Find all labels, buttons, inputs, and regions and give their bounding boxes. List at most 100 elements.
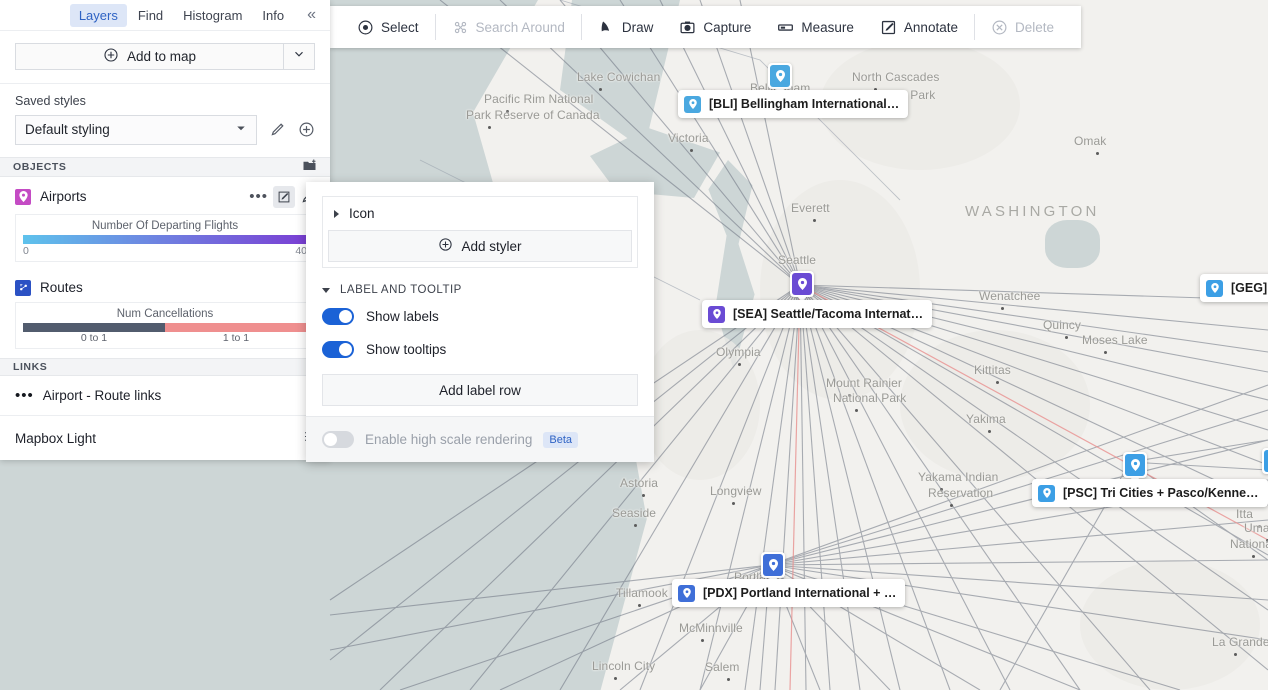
legend-color-bar bbox=[23, 234, 307, 244]
links-list[interactable]: ••• Airport - Route links bbox=[0, 376, 330, 416]
airport-label-chip[interactable]: [BLI] Bellingham International… bbox=[678, 90, 909, 118]
airport-label-chip[interactable]: [PSC] Tri Cities + Pasco/Kenne… bbox=[1032, 479, 1268, 507]
map-pin-icon bbox=[1206, 279, 1223, 297]
show-tooltips-toggle[interactable] bbox=[322, 341, 354, 358]
toolbar-search-around-button: Search Around bbox=[439, 6, 578, 48]
airport-map-pin[interactable] bbox=[761, 552, 785, 583]
toggle-knob bbox=[339, 343, 352, 356]
chevron-right-icon bbox=[334, 209, 339, 218]
icon-styler-header[interactable]: Icon bbox=[323, 197, 637, 230]
airport-map-pin[interactable] bbox=[1123, 452, 1147, 483]
toolbar-draw-button[interactable]: Draw bbox=[585, 6, 667, 48]
pin-swatch bbox=[1125, 454, 1145, 476]
map-place-label: Uma bbox=[1244, 521, 1268, 535]
add-style-button[interactable] bbox=[298, 121, 315, 138]
panel-tab-bar[interactable]: Layers Find Histogram Info « bbox=[0, 0, 330, 32]
draw-icon bbox=[598, 19, 615, 36]
airport-label-chip[interactable]: [SEA] Seattle/Tacoma Internat… bbox=[702, 300, 933, 328]
map-place-dot bbox=[701, 639, 704, 642]
edit-style-button[interactable] bbox=[269, 121, 286, 138]
legend-color-bar bbox=[23, 322, 307, 332]
objects-group-header: OBJECTS bbox=[0, 156, 330, 177]
toolbar-annotate-button[interactable]: Annotate bbox=[867, 6, 971, 48]
airport-label-chip[interactable]: [GEG] Sp bbox=[1200, 274, 1268, 302]
toolbar-item-label: Capture bbox=[703, 19, 752, 35]
show-labels-row[interactable]: Show labels bbox=[322, 308, 638, 325]
map-pin-icon bbox=[1038, 484, 1055, 502]
map-place-dot bbox=[1252, 555, 1255, 558]
map-place-label: WASHINGTON bbox=[965, 203, 1100, 220]
map-pin-icon bbox=[15, 188, 31, 205]
new-folder-icon[interactable] bbox=[302, 158, 317, 176]
show-labels-label: Show labels bbox=[366, 309, 439, 324]
styler-popup[interactable]: Icon Add styler LABEL AND TOOLTIP Show l… bbox=[306, 182, 654, 462]
tab-find[interactable]: Find bbox=[129, 4, 172, 27]
toolbar-capture-button[interactable]: Capture bbox=[666, 6, 764, 48]
high-scale-rendering-label: Enable high scale rendering bbox=[365, 432, 533, 447]
map-place-label: Everett bbox=[791, 201, 830, 215]
show-labels-toggle[interactable] bbox=[322, 308, 354, 325]
add-to-map-dropdown-button[interactable] bbox=[283, 43, 315, 70]
airport-label-chip[interactable]: [PDX] Portland International + … bbox=[672, 579, 906, 607]
add-label-row-label: Add label row bbox=[439, 382, 521, 398]
object-style-button[interactable] bbox=[273, 185, 295, 208]
objects-list[interactable]: Airports ••• Number Of Departing Flights 0 4… bbox=[0, 177, 330, 358]
delete-icon bbox=[991, 19, 1008, 36]
show-tooltips-row[interactable]: Show tooltips bbox=[322, 341, 638, 358]
legend-ticks: 0 40 bbox=[23, 245, 307, 257]
map-place-dot bbox=[690, 149, 693, 152]
map-place-label: Salem bbox=[705, 660, 740, 674]
tab-layers[interactable]: Layers bbox=[69, 3, 127, 27]
legend-title: Num Cancellations bbox=[116, 307, 214, 320]
map-place-label: National Park bbox=[833, 391, 907, 405]
map-place-dot bbox=[732, 502, 735, 505]
add-label-row-button[interactable]: Add label row bbox=[322, 374, 638, 406]
map-place-label: Park Reserve of Canada bbox=[466, 108, 600, 122]
map-place-label: Longview bbox=[710, 484, 762, 498]
toolbar-select-button[interactable]: Select bbox=[344, 6, 432, 48]
map-place-dot bbox=[950, 504, 953, 507]
styler-popup-footer[interactable]: Enable high scale rendering Beta bbox=[306, 416, 654, 462]
add-styler-button[interactable]: Add styler bbox=[328, 230, 632, 262]
link-row[interactable]: ••• Airport - Route links bbox=[0, 376, 330, 416]
toolbar-separator bbox=[973, 14, 975, 40]
map-place-dot bbox=[855, 409, 858, 412]
capture-icon bbox=[679, 19, 696, 36]
airport-map-pin[interactable] bbox=[768, 63, 792, 94]
map-place-label: Seaside bbox=[612, 506, 657, 520]
collapse-panel-button[interactable]: « bbox=[301, 5, 322, 25]
layers-panel[interactable]: LayersFindHistogramInfo « Add to map bbox=[0, 0, 330, 460]
map-place-dot bbox=[738, 363, 741, 366]
object-row-airports[interactable]: Airports ••• bbox=[0, 177, 330, 212]
chevron-down-icon bbox=[235, 122, 247, 137]
map-place-label: Olympia bbox=[716, 345, 761, 359]
saved-style-select[interactable]: Default styling bbox=[15, 114, 257, 145]
plus-circle-icon bbox=[103, 47, 119, 66]
basemap-row[interactable]: Mapbox Light bbox=[0, 416, 330, 460]
map-place-label: Mount Rainier bbox=[826, 376, 903, 390]
saved-styles-label: Saved styles bbox=[15, 93, 86, 108]
airport-map-pin[interactable] bbox=[790, 271, 814, 302]
toolbar-item-label: Annotate bbox=[903, 19, 958, 35]
toolbar-measure-button[interactable]: Measure bbox=[764, 6, 867, 48]
icon-styler-label: Icon bbox=[349, 206, 375, 221]
map-toolbar[interactable]: Select Search Around Draw Capture Measure Ann… bbox=[330, 6, 1081, 48]
add-to-map-button[interactable]: Add to map bbox=[15, 43, 283, 70]
toolbar-item-label: Select bbox=[381, 19, 419, 35]
object-name: Routes bbox=[40, 280, 83, 296]
map-place-label: North Cascades bbox=[852, 70, 940, 84]
add-to-map-control[interactable]: Add to map bbox=[15, 43, 315, 70]
legend-title: Number Of Departing Flights bbox=[91, 219, 239, 232]
tab-histogram[interactable]: Histogram bbox=[174, 4, 251, 27]
saved-style-value: Default styling bbox=[25, 122, 110, 138]
map-place-label: Yakima bbox=[966, 412, 1006, 426]
tab-info[interactable]: Info bbox=[253, 4, 293, 27]
airport-label-text: [SEA] Seattle/Tacoma Internat… bbox=[733, 307, 924, 321]
label-tooltip-section-header[interactable]: LABEL AND TOOLTIP bbox=[322, 284, 638, 296]
routes-icon bbox=[15, 279, 31, 296]
object-row-routes[interactable]: Routes bbox=[0, 271, 330, 300]
object-more-options-icon[interactable]: ••• bbox=[249, 189, 268, 204]
high-scale-rendering-toggle[interactable] bbox=[322, 431, 354, 448]
map-place-dot bbox=[1065, 336, 1068, 339]
airport-map-pin[interactable] bbox=[1262, 448, 1268, 474]
